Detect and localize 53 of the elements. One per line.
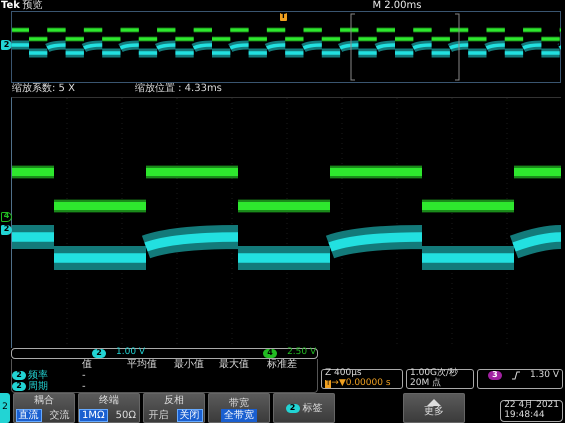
option-toggle[interactable]: 开启 [146,408,172,422]
channel-tab[interactable]: 2 [0,393,10,423]
up-arrow-icon [427,399,441,406]
zoom-position-label: 缩放位置 : 4.33ms [134,83,222,94]
button-title: 反相 [164,395,184,406]
trigger-level: 1.30 V [530,371,559,381]
menu-button[interactable]: 反相 开启 关闭 [143,393,205,423]
column-header: 值 [82,358,93,370]
menu-button[interactable]: 终端 1MΩ 50Ω [78,393,140,423]
column-header: 平均值 [127,358,158,370]
channel-badge: 3 [488,371,502,380]
channel-badge: 2 [92,348,106,358]
button-title: 标签 [302,402,322,414]
column-header: 最大值 [219,358,250,370]
measurement-name: 频率 [28,370,48,381]
measurement-value: - [82,370,87,381]
zoom-factor-label: 缩放系数: 5 X [12,83,75,94]
rising-edge-icon [512,371,520,380]
record-length: 20M 点 [410,379,442,389]
scale-value: 2.50 V [287,348,316,358]
bandwidth-value: 全带宽 [221,408,257,422]
option-toggle[interactable]: 直流 [16,408,42,422]
column-header: 最小值 [174,358,205,370]
time-label: 19:48:44 [504,410,546,421]
option-toggle[interactable]: 交流 [46,408,72,422]
measurement-name: 周期 [28,380,48,392]
channel-badge: 2 [12,370,26,380]
channel-badge: 2 [12,382,26,391]
sample-rate: 1.00G次/秒 [410,369,460,378]
button-title: 带宽 [229,398,249,408]
column-header: 标准差 [267,358,298,370]
brand-logo: Tek [1,0,20,11]
button-title: 终端 [99,395,119,406]
channel-marker: 2 [1,40,12,50]
option-toggle[interactable]: 关闭 [176,408,202,422]
option-toggle[interactable]: 1MΩ [79,408,108,422]
menu-button[interactable]: 带宽 全带宽 [208,393,270,423]
timebase-label: M 2.00ms [372,0,422,11]
channel-marker: 2 [1,224,12,235]
horizontal-scale: Z 400µs [325,369,362,378]
option-toggle[interactable]: 50Ω [112,408,140,422]
menu-button[interactable]: 2 标签 [273,393,335,423]
more-button[interactable]: 更多 [403,393,465,423]
measurement-value: - [82,380,87,392]
scale-value: 1.00 V [116,348,146,358]
channel-badge: 2 [286,404,300,412]
mode-label: 预览 [22,0,42,11]
date-label: 22 4月 2021 [504,401,559,410]
menu-button[interactable]: 耦合 直流 交流 [13,393,75,423]
zoom-window-bracket[interactable] [350,14,460,80]
channel-badge: 4 [263,348,278,358]
delay-value: →▼0.00000 s [331,379,391,389]
button-title: 耦合 [34,395,54,406]
